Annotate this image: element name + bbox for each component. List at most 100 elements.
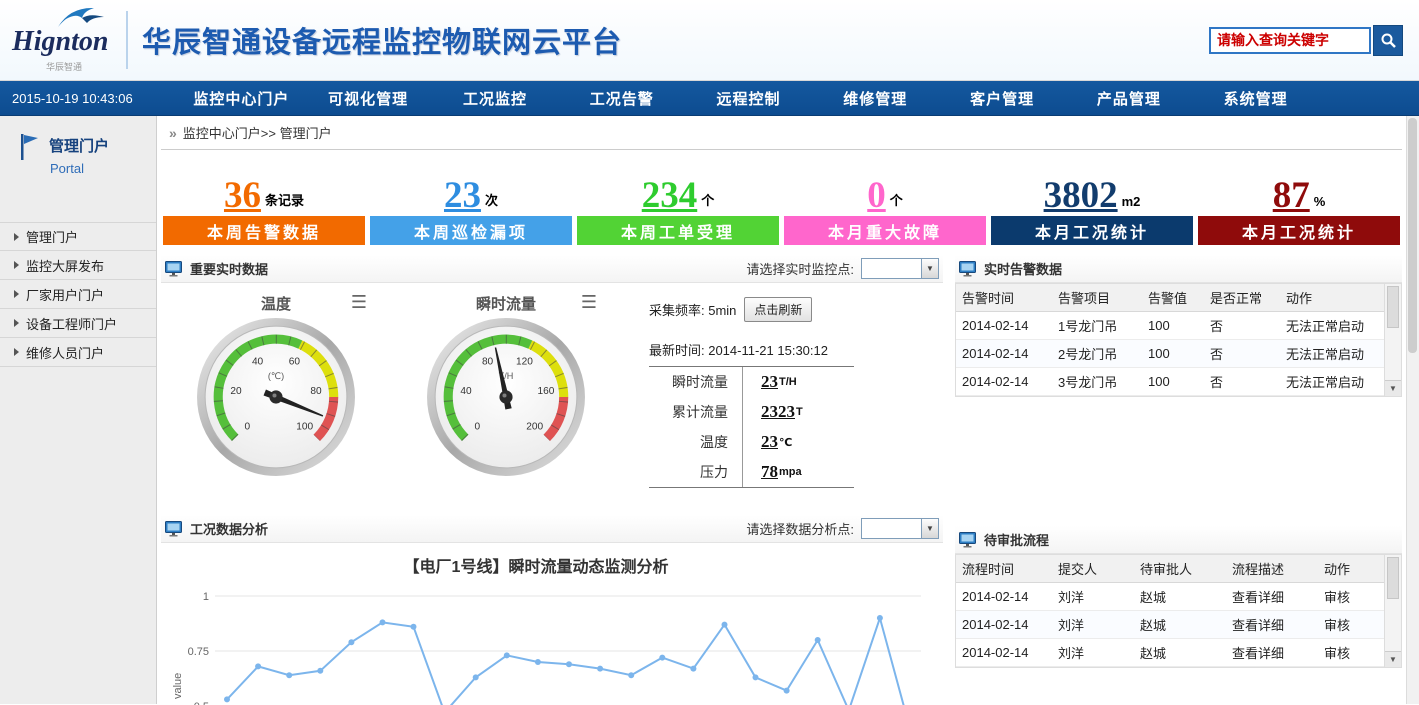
stat-value[interactable]: 87 [1273, 177, 1310, 214]
stat-unit: m2 [1122, 194, 1141, 214]
stat-card-weekly-alarms[interactable]: 36条记录 本周告警数据 [163, 158, 365, 245]
chevron-down-icon: ▼ [921, 519, 938, 538]
approval-table-scrollbar[interactable]: ▼ [1384, 555, 1401, 667]
stat-value[interactable]: 3802 [1044, 177, 1118, 214]
nav-item-customer[interactable]: 客户管理 [939, 88, 1066, 109]
refresh-button[interactable]: 点击刷新 [744, 297, 812, 322]
stat-unit: 条记录 [265, 190, 304, 214]
view-detail-link[interactable]: 查看详细 [1226, 583, 1318, 611]
page-scrollbar[interactable] [1406, 116, 1419, 704]
stat-card-weekly-inspection[interactable]: 23次 本周巡检漏项 [370, 158, 572, 245]
metric-value[interactable]: 78 [761, 462, 778, 482]
sidebar-item-engineer-portal[interactable]: 设备工程师门户 [0, 309, 156, 338]
analysis-point-select[interactable]: ▼ [861, 518, 939, 539]
search-input[interactable] [1209, 27, 1371, 54]
temperature-gauge: 0 20 40 60 80 100 (℃) [195, 316, 357, 478]
approve-link[interactable]: 审核 [1318, 639, 1384, 667]
alarm-action-cell[interactable]: 无法正常启动 [1280, 312, 1384, 340]
main-nav: 2015-10-19 10:43:06 监控中心门户 可视化管理 工况监控 工况… [0, 81, 1419, 116]
stat-card-monthly-condition[interactable]: 3802m2 本月工况统计 [991, 158, 1193, 245]
section-realtime-data: 重要实时数据 请选择实时监控点: ▼ [161, 255, 943, 283]
nav-item-system[interactable]: 系统管理 [1192, 88, 1319, 109]
col-flow-time: 流程时间 [956, 555, 1052, 583]
alarm-table: 告警时间 告警项目 告警值 是否正常 动作 2014-02-141号龙门吊 10… [956, 284, 1384, 396]
approve-link[interactable]: 审核 [1318, 583, 1384, 611]
flow-gauge: 0 40 80 120 160 200 T/H [425, 316, 587, 478]
stat-card-monthly-faults[interactable]: 0个 本月重大故障 [784, 158, 986, 245]
stat-card-monthly-condition-pct[interactable]: 87% 本月工况统计 [1198, 158, 1400, 245]
metric-value[interactable]: 23 [761, 432, 778, 452]
triangle-bullet-icon [14, 233, 19, 241]
flag-icon [18, 132, 40, 162]
stat-label[interactable]: 本月重大故障 [784, 216, 986, 245]
chart-menu-icon[interactable]: ☰ [351, 293, 367, 311]
scroll-down-icon[interactable]: ▼ [1385, 380, 1401, 396]
realtime-point-select[interactable]: ▼ [861, 258, 939, 279]
realtime-panel: 温度 ☰ [161, 283, 943, 515]
portal-subtitle: Portal [50, 161, 109, 176]
stat-label[interactable]: 本月工况统计 [1198, 216, 1400, 245]
alarm-table-scrollbar[interactable]: ▼ [1384, 284, 1401, 396]
col-alarm-normal: 是否正常 [1204, 284, 1280, 312]
alarm-action-cell[interactable]: 无法正常启动 [1280, 340, 1384, 368]
alarm-action-cell[interactable]: 无法正常启动 [1280, 368, 1384, 396]
stat-label[interactable]: 本月工况统计 [991, 216, 1193, 245]
nav-item-remote-control[interactable]: 远程控制 [685, 88, 812, 109]
stat-value[interactable]: 0 [867, 177, 886, 214]
search-icon [1380, 32, 1397, 49]
scrollbar-thumb[interactable] [1387, 286, 1399, 328]
nav-item-visual-mgmt[interactable]: 可视化管理 [305, 88, 432, 109]
search-button[interactable] [1373, 25, 1403, 56]
section-title: 工况数据分析 [190, 519, 268, 538]
section-title: 重要实时数据 [190, 259, 268, 278]
breadcrumb: » 监控中心门户>> 管理门户 [161, 116, 1402, 150]
sidebar-menu: 管理门户 监控大屏发布 厂家用户门户 设备工程师门户 维修人员门户 [0, 222, 156, 367]
metric-value[interactable]: 2323 [761, 402, 795, 422]
stat-card-weekly-workorders[interactable]: 234个 本周工单受理 [577, 158, 779, 245]
view-detail-link[interactable]: 查看详细 [1226, 611, 1318, 639]
stat-unit: 次 [485, 190, 498, 214]
sidebar-item-screen-publish[interactable]: 监控大屏发布 [0, 251, 156, 280]
stat-label[interactable]: 本周告警数据 [163, 216, 365, 245]
nav-timestamp: 2015-10-19 10:43:06 [0, 91, 178, 106]
sidebar-item-admin-portal[interactable]: 管理门户 [0, 222, 156, 251]
scrollbar-thumb[interactable] [1387, 557, 1399, 599]
sidebar-item-maintainer-portal[interactable]: 维修人员门户 [0, 338, 156, 367]
alarm-table-wrap: 告警时间 告警项目 告警值 是否正常 动作 2014-02-141号龙门吊 10… [955, 283, 1402, 397]
nav-item-product[interactable]: 产品管理 [1065, 88, 1192, 109]
col-approval-action: 动作 [1318, 555, 1384, 583]
view-detail-link[interactable]: 查看详细 [1226, 639, 1318, 667]
svg-text:160: 160 [538, 386, 555, 397]
svg-text:80: 80 [310, 386, 322, 397]
nav-item-monitor-center[interactable]: 监控中心门户 [178, 88, 305, 109]
portal-title: 管理门户 [49, 135, 109, 156]
realtime-readout: 采集频率: 5min 点击刷新 最新时间: 2014-11-21 15:30:1… [621, 289, 943, 515]
nav-item-maintenance[interactable]: 维修管理 [812, 88, 939, 109]
portal-header: 管理门户 Portal [0, 116, 156, 186]
metric-value[interactable]: 23 [761, 372, 778, 392]
metric-row-pressure: 压力 78 mpa [649, 457, 854, 487]
svg-text:1: 1 [203, 591, 209, 603]
stat-value[interactable]: 234 [642, 177, 698, 214]
stat-unit: 个 [701, 190, 714, 214]
col-alarm-action: 动作 [1280, 284, 1384, 312]
nav-item-condition-alarm[interactable]: 工况告警 [558, 88, 685, 109]
col-approver: 待审批人 [1134, 555, 1226, 583]
stat-label[interactable]: 本周巡检漏项 [370, 216, 572, 245]
svg-text:0: 0 [245, 421, 251, 432]
approve-link[interactable]: 审核 [1318, 611, 1384, 639]
breadcrumb-icon: » [169, 125, 177, 141]
scrollbar-thumb[interactable] [1408, 118, 1417, 353]
logo[interactable]: Hignton 华辰智通 [10, 0, 122, 80]
scroll-down-icon[interactable]: ▼ [1385, 651, 1401, 667]
temperature-gauge-block: 温度 ☰ [161, 289, 391, 515]
svg-text:0.75: 0.75 [188, 646, 209, 658]
sidebar-item-factory-portal[interactable]: 厂家用户门户 [0, 280, 156, 309]
stat-value[interactable]: 23 [444, 177, 481, 214]
content-columns: 重要实时数据 请选择实时监控点: ▼ 温度 ☰ [161, 255, 1402, 705]
chart-menu-icon[interactable]: ☰ [581, 293, 597, 311]
stat-label[interactable]: 本周工单受理 [577, 216, 779, 245]
nav-item-condition-monitor[interactable]: 工况监控 [432, 88, 559, 109]
analysis-selector-label: 请选择数据分析点: [746, 519, 854, 538]
stat-value[interactable]: 36 [224, 177, 261, 214]
